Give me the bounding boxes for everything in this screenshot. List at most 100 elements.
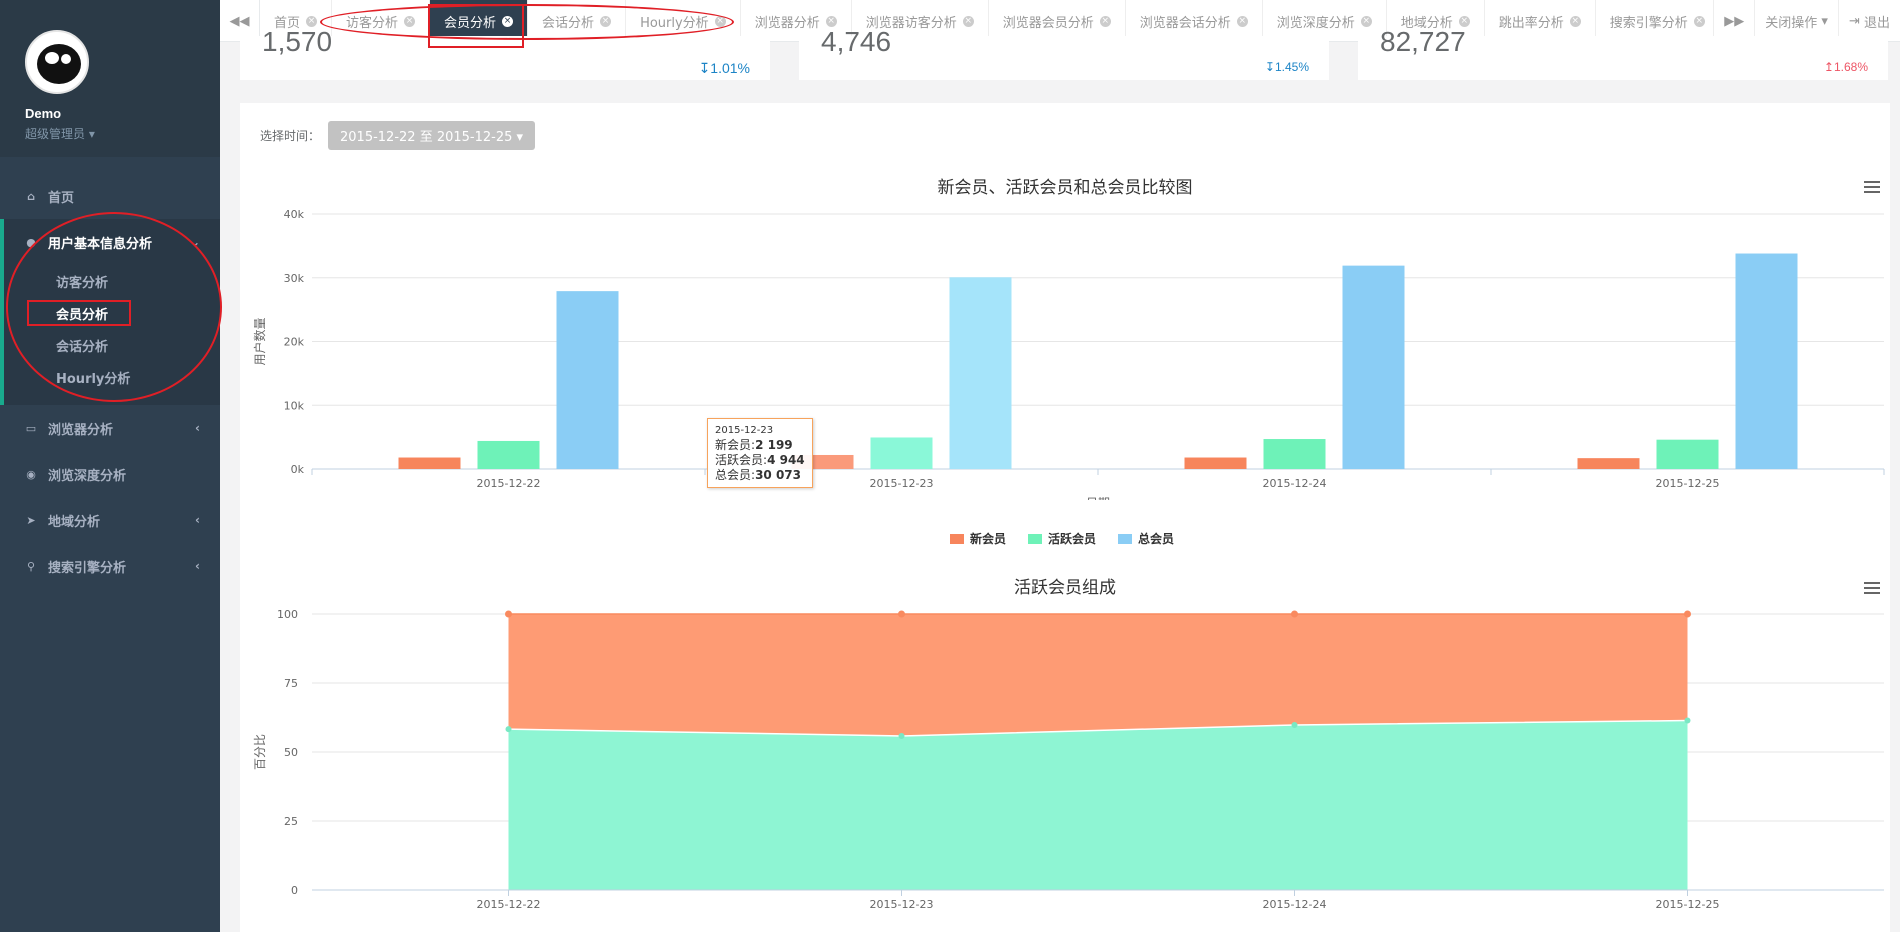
legend-swatch [1028,533,1043,544]
double-left-arrow-icon: ◀◀ [229,13,250,29]
sidebar-section: ➤ 地域分析 ‹ [0,497,220,543]
close-tab-icon[interactable]: × [825,15,837,27]
legend-label: 活跃会员 [1048,532,1097,546]
close-tab-icon[interactable]: × [1693,15,1705,27]
annotation-box [428,4,524,48]
chart-legend: 新会员 活跃会员 总会员 [950,530,1196,547]
tab-label: 跳出率分析 [1498,15,1564,31]
tooltip-row: 总会员:30 073 [715,468,801,482]
y-tick-label: 30k [284,272,305,285]
data-point [505,610,512,618]
bar-chart: 0k10k20k30k40k2015-12-22 2015-12-23 2015-1… [252,208,1885,500]
chevron-left-icon: ‹ [195,559,200,573]
stat-change: ↧1.45% [1264,60,1309,74]
x-tick-label: 2015-12-23 [870,898,934,911]
date-filter: 选择时间： 2015-12-22 至 2015-12-25 ▾ [260,121,536,150]
stat-value: 82,727 [1380,26,1466,57]
x-tick-label: 2015-12-25 [1656,477,1720,490]
bar [1735,253,1798,469]
close-tab-icon[interactable]: × [1458,15,1470,27]
close-tab-icon[interactable]: × [1236,15,1248,27]
legend-swatch [1118,533,1133,544]
y-axis-label: 用户数量 [252,317,267,365]
legend-label: 总会员 [1138,532,1175,546]
data-point [505,726,512,733]
sidebar-item[interactable]: ◉浏览深度分析‹ [0,451,220,497]
sidebar-item[interactable]: ➤ 地域分析 ‹ [0,497,220,543]
stat-value: 4,746 [821,26,892,57]
bar [949,277,1012,469]
chevron-left-icon: ‹ [195,421,200,435]
chart-menu-icon[interactable] [1864,181,1880,193]
legend-item[interactable]: 总会员 [1118,530,1174,547]
date-range-picker[interactable]: 2015-12-22 至 2015-12-25 ▾ [328,121,536,150]
stat-card: 82,727 ↥1.68% [1358,26,1888,80]
area-series-new-members [508,614,1688,736]
x-tick-label: 2015-12-22 [477,477,541,490]
tooltip-row: 活跃会员:4 944 [715,453,805,467]
area-chart: 0 25 50 75 100 2015-12-22 2015-12-23 2015-12-24… [253,608,1884,911]
chart-title: 新会员、活跃会员和总会员比较图 [937,178,1193,198]
user-role-dropdown[interactable]: 超级管理员 ▾ [25,125,220,142]
sidebar-item-label: 搜索引擎分析 [48,560,127,576]
y-tick-label: 75 [284,677,298,690]
sidebar-section: ⚲ 搜索引擎分析 ‹ [0,543,220,589]
tab-label: 浏览器会话分析 [1139,15,1231,31]
avatar[interactable] [25,30,89,94]
stat-card: 4,746 ↧1.45% [799,26,1329,80]
bar [556,291,619,469]
y-tick-label: 100 [277,608,298,621]
annotation-box [27,300,131,326]
close-tab-icon[interactable]: × [962,15,974,27]
x-axis-label: 日期 [1086,496,1110,500]
annotation-ellipse [320,4,734,40]
date-filter-label: 选择时间： [260,129,321,143]
legend-item[interactable]: 新会员 [950,530,1006,547]
close-tab-icon[interactable]: × [1099,15,1111,27]
bar [1263,439,1326,469]
legend-item[interactable]: 活跃会员 [1028,530,1096,547]
data-point [898,610,905,618]
search-icon: ⚲ [26,559,36,573]
x-tick-label: 2015-12-22 [477,898,541,911]
sidebar-item-label: 地域分析 [48,514,101,530]
stat-change: ↧1.01% [698,60,750,76]
y-tick-label: 10k [284,399,305,412]
chevron-left-icon: ‹ [195,513,200,527]
close-tab-icon[interactable]: × [1569,15,1581,27]
chart-title: 活跃会员组成 [1014,578,1116,598]
bar [1656,439,1719,469]
legend-swatch [950,533,964,544]
page-tab[interactable]: 搜索引擎分析 × [1596,0,1713,41]
y-tick-label: 0k [291,463,305,476]
sidebar-item[interactable]: ⚲ 搜索引擎分析 ‹ [0,543,220,589]
page-tab[interactable]: 跳出率分析 × [1485,0,1596,41]
stat-value: 1,570 [262,26,333,57]
x-tick-label: 2015-12-24 [1263,898,1327,911]
sidebar-item-label: 浏览深度分析 [48,468,127,484]
sidebar-section: ◉浏览深度分析‹ [0,451,220,497]
eye-icon: ◉ [26,467,36,481]
sidebar-item-label: 浏览器分析 [48,422,114,438]
page-tab[interactable]: 浏览器会话分析 × [1126,0,1263,41]
close-tab-icon[interactable]: × [306,15,318,27]
page-tab[interactable]: 浏览深度分析 × [1263,0,1387,41]
chart-tooltip: 2015-12-23 新会员:2 199 活跃会员:4 944 总会员:30 0… [707,418,813,488]
x-tick-label: 2015-12-24 [1263,477,1327,490]
data-point [1684,610,1691,618]
sidebar: Demo 超级管理员 ▾ ⌂ 首页 ● 用户基本信息分析 ⌄ 访客分析 会员分析 会话分析 Ho… [0,0,220,932]
double-right-arrow-icon: ▶▶ [1724,13,1745,29]
location-arrow-icon: ➤ [26,513,36,527]
home-icon: ⌂ [27,189,35,203]
tab-label: 浏览器会员分析 [1002,15,1094,31]
legend-label: 新会员 [970,532,1007,546]
area-series-active-members [508,720,1688,890]
data-point [1291,721,1298,728]
chart-menu-icon[interactable] [1864,582,1880,594]
bar [477,440,540,469]
y-tick-label: 50 [284,746,298,759]
y-axis-label: 百分比 [253,734,267,770]
sidebar-item[interactable]: ▭ 浏览器分析 ‹ [0,405,220,451]
page-tab[interactable]: 浏览器会员分析 × [989,0,1126,41]
close-tab-icon[interactable]: × [1360,15,1372,27]
